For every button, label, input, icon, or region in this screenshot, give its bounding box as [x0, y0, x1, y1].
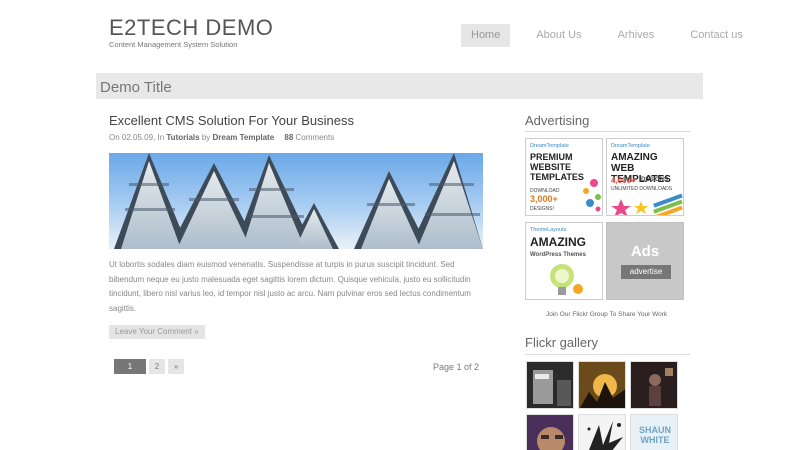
nav-archives[interactable]: Arhives [608, 24, 665, 47]
comments-label[interactable]: Comments [296, 133, 335, 142]
post-category[interactable]: Tutorials [166, 133, 199, 142]
page-of-label: Page 1 of 2 [433, 362, 480, 372]
nav-home[interactable]: Home [461, 24, 511, 47]
logo-title: E2TECH DEMO [109, 15, 274, 40]
post-date: On 02.05.09, In [109, 133, 165, 142]
advertising-heading: Advertising [525, 113, 590, 128]
flickr-heading: Flickr gallery [525, 335, 598, 350]
next-page-link[interactable]: » [168, 359, 184, 374]
flickr-thumb-3[interactable] [630, 361, 678, 409]
page-2-link[interactable]: 2 [149, 359, 165, 374]
advertising-divider [525, 131, 690, 132]
flickr-thumb-1[interactable] [526, 361, 574, 409]
snowy-trees-illustration [114, 153, 483, 249]
page-title-bar: Demo Title [96, 73, 703, 99]
ad-stars-graphic [611, 193, 683, 215]
thumb-shaun-white-text: SHAUN WHITE [638, 425, 671, 445]
site-logo[interactable]: E2TECH DEMO Content Management System So… [109, 14, 273, 49]
ad-placeholder[interactable]: Ads advertise [606, 222, 684, 300]
flickr-thumb-6[interactable]: SHAUN WHITE [630, 414, 678, 450]
pagination: 1 2 » [114, 359, 187, 374]
leave-comment-button[interactable]: Leave Your Comment » [109, 325, 205, 339]
main-nav: Home About Us Arhives Contact us [461, 24, 769, 47]
flickr-group-link[interactable]: Join Our Flickr Group To Share Your Work [546, 311, 667, 318]
advertise-button[interactable]: advertise [621, 265, 671, 279]
page-1-current[interactable]: 1 [114, 359, 146, 374]
flickr-thumb-2[interactable] [578, 361, 626, 409]
ad-bulb-graphic [550, 264, 583, 295]
ads-label: Ads [630, 243, 660, 260]
post-image-snowy-trees [109, 153, 483, 249]
ad-premium-website-templates[interactable]: DreamTemplate PREMIUM WEBSITE TEMPLATES … [525, 138, 603, 216]
ad-wordpress-themes[interactable]: ThemeLayouts AMAZING WordPress Themes [525, 222, 603, 300]
flickr-thumb-4[interactable] [526, 414, 574, 450]
comment-count[interactable]: 88 [284, 133, 293, 142]
ad-confetti-graphic [583, 179, 601, 212]
flickr-thumb-5[interactable] [578, 414, 626, 450]
flickr-divider [525, 354, 690, 355]
nav-about-us[interactable]: About Us [526, 24, 591, 47]
thumb-face [527, 415, 573, 450]
post-meta: On 02.05.09, In Tutorials by Dream Templ… [109, 133, 334, 142]
thumb-ink-splash [579, 415, 625, 450]
ad-amazing-web-templates[interactable]: DreamTemplate AMAZING WEB TEMPLATES 4,00… [606, 138, 684, 216]
post-title[interactable]: Excellent CMS Solution For Your Business [109, 113, 354, 128]
post-body: Ut lobortis sodales diam euismod venenat… [109, 260, 471, 313]
thumb-dark-figure [631, 362, 677, 408]
thumb-street-photo [527, 362, 573, 408]
post-by: by [201, 133, 211, 142]
thumb-sunset-tree [579, 362, 625, 408]
post-author[interactable]: Dream Template [213, 133, 275, 142]
nav-contact-us[interactable]: Contact us [680, 24, 753, 47]
page-title: Demo Title [100, 79, 172, 96]
